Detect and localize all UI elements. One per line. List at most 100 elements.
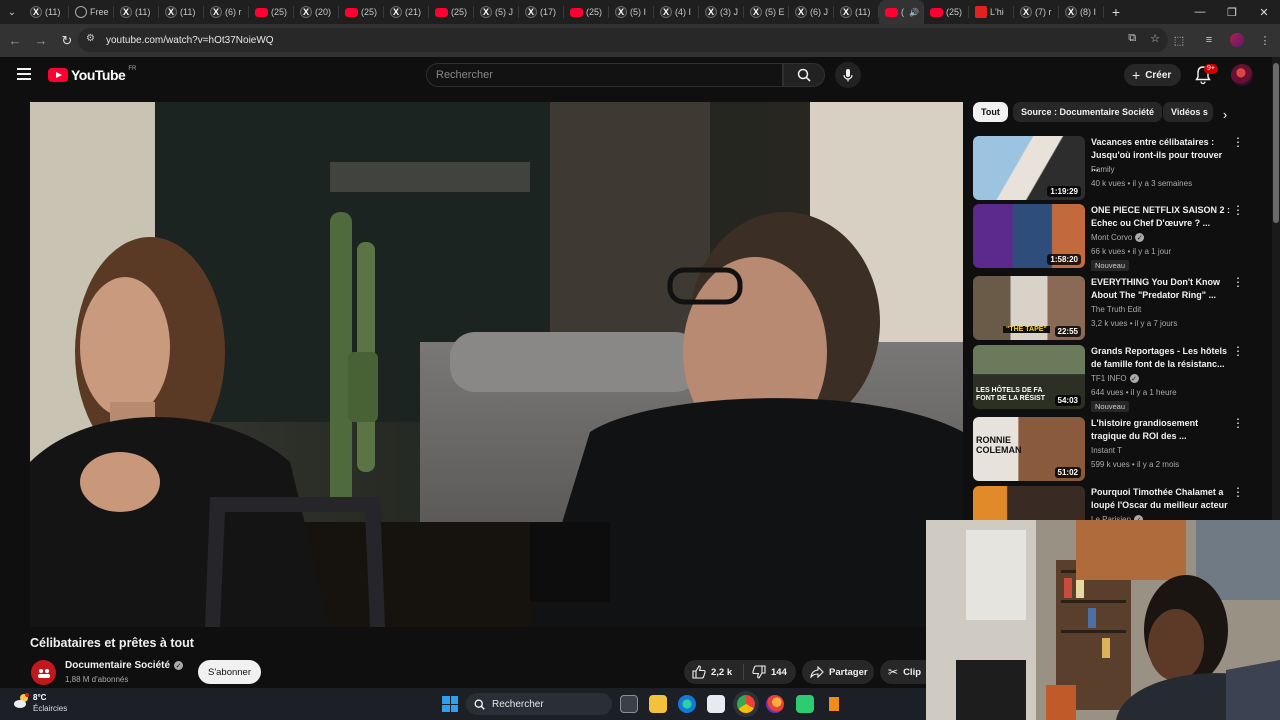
vlc-icon[interactable]	[825, 695, 843, 713]
recommended-title[interactable]: Pourquoi Timothée Chalamet a loupé l'Osc…	[1091, 486, 1231, 512]
browser-tab[interactable]: X (20)	[294, 0, 339, 24]
video-player[interactable]	[30, 102, 963, 627]
browser-tab[interactable]: X (6) J	[789, 0, 834, 24]
voice-search-button[interactable]	[835, 62, 861, 88]
browser-tab[interactable]: X (17)	[519, 0, 564, 24]
weather-partly-cloudy-icon[interactable]	[13, 693, 31, 709]
taskbar-search[interactable]: Rechercher	[466, 693, 612, 715]
recommended-title[interactable]: L'histoire grandiosement tragique du ROI…	[1091, 417, 1231, 443]
browser-tab[interactable]: X (5) I	[609, 0, 654, 24]
video-thumbnail[interactable]: 1:19:29	[973, 136, 1085, 200]
video-thumbnail[interactable]: LES HÔTELS DE FA FONT DE LA RÉSIST 54:03	[973, 345, 1085, 409]
channel-avatar[interactable]	[31, 660, 56, 685]
share-button[interactable]: Partager	[802, 660, 874, 684]
recommended-channel[interactable]: TF1 INFO ✓	[1091, 374, 1139, 383]
app-green-icon[interactable]	[796, 695, 814, 713]
minimize-icon[interactable]: —	[1184, 0, 1216, 24]
windows-start-icon[interactable]	[442, 696, 458, 712]
subscribe-button[interactable]: S'abonner	[198, 660, 261, 684]
browser-tab[interactable]: (25)	[564, 0, 609, 24]
recommended-title[interactable]: EVERYTHING You Don't Know About The "Pre…	[1091, 276, 1231, 302]
firefox-icon[interactable]	[766, 695, 784, 713]
create-button[interactable]: + Créer	[1124, 64, 1182, 86]
browser-tab[interactable]: X (5) E	[744, 0, 789, 24]
recommended-channel[interactable]: Mont Corvo ✓	[1091, 233, 1145, 242]
account-avatar[interactable]	[1231, 64, 1253, 86]
site-info-icon[interactable]: ⚙	[86, 33, 100, 47]
browser-profile-avatar[interactable]	[1230, 33, 1244, 47]
browser-tab[interactable]: (25)	[339, 0, 384, 24]
video-thumbnail[interactable]: 1:58:20	[973, 204, 1085, 268]
menu-icon[interactable]	[17, 68, 31, 80]
more-actions-icon[interactable]: ⋮	[1232, 204, 1244, 216]
clip-button[interactable]: ✂ Clip	[880, 660, 930, 684]
page-scrollbar[interactable]	[1272, 57, 1280, 520]
chip-all[interactable]: Tout	[973, 102, 1008, 122]
new-tab-button[interactable]: +	[1104, 4, 1128, 20]
recommended-channel[interactable]: Family	[1091, 165, 1115, 174]
channel-name[interactable]: Documentaire Société ✓	[65, 660, 184, 671]
browser-tab[interactable]: X (11)	[159, 0, 204, 24]
browser-tab[interactable]: (🔊✕	[879, 0, 924, 24]
recommended-channel[interactable]: The Truth Edit	[1091, 305, 1141, 314]
browser-tab[interactable]: X (11)	[834, 0, 879, 24]
recommended-title[interactable]: Grands Reportages - Les hôtels de famill…	[1091, 345, 1231, 371]
file-explorer-icon[interactable]	[649, 695, 667, 713]
dislike-button[interactable]: 144	[744, 665, 787, 679]
recommended-video[interactable]: 1:58:20 ONE PIECE NETFLIX SAISON 2 : Eche…	[973, 204, 1253, 271]
close-window-icon[interactable]: ✕	[1248, 0, 1280, 24]
browser-tab[interactable]: X (6) r	[204, 0, 249, 24]
browser-tab[interactable]: X (21)	[384, 0, 429, 24]
video-thumbnail[interactable]: "THE TAPE" 22:55	[973, 276, 1085, 340]
more-actions-icon[interactable]: ⋮	[1232, 417, 1244, 429]
address-bar[interactable]: ⚙ youtube.com/watch?v=hOt37NoieWQ ⧉ ☆	[78, 28, 1168, 52]
like-button[interactable]: 2,2 k	[684, 664, 744, 680]
youtube-logo[interactable]: YouTube FR	[48, 66, 136, 83]
more-actions-icon[interactable]: ⋮	[1232, 136, 1244, 148]
browser-tab[interactable]: X (7) r	[1014, 0, 1059, 24]
tab-audio-icon[interactable]: 🔊	[909, 8, 919, 17]
chrome-icon[interactable]	[737, 695, 755, 713]
tab-search-button[interactable]: ⌄	[0, 0, 24, 24]
search-button[interactable]	[783, 63, 825, 87]
more-actions-icon[interactable]: ⋮	[1232, 276, 1244, 288]
search-input[interactable]: Rechercher	[426, 63, 783, 87]
browser-tab[interactable]: L'hi	[969, 0, 1014, 24]
video-thumbnail[interactable]: RONNIE COLEMAN 51:02	[973, 417, 1085, 481]
chips-next-chevron-icon[interactable]: ›	[1215, 104, 1235, 124]
browser-tab[interactable]: X (11)	[114, 0, 159, 24]
like-count: 2,2 k	[711, 666, 733, 678]
browser-tab[interactable]: X (11)	[24, 0, 69, 24]
recommended-video[interactable]: RONNIE COLEMAN 51:02 L'histoire grandiosem…	[973, 417, 1253, 483]
chip-source-channel[interactable]: Source : Documentaire Société	[1013, 102, 1163, 122]
chip-videos[interactable]: Vidéos s	[1163, 102, 1213, 122]
scrollbar-thumb[interactable]	[1273, 63, 1279, 223]
recommended-video[interactable]: "THE TAPE" 22:55 EVERYTHING You Don't Know…	[973, 276, 1253, 342]
browser-tab[interactable]: (25)	[249, 0, 294, 24]
bookmark-star-icon[interactable]: ☆	[1150, 32, 1160, 45]
install-icon[interactable]: ⧉	[1128, 32, 1136, 45]
recommended-title[interactable]: ONE PIECE NETFLIX SAISON 2 : Echec ou Ch…	[1091, 204, 1231, 230]
media-control-icon[interactable]: ≡	[1200, 28, 1218, 52]
store-icon[interactable]	[707, 695, 725, 713]
browser-tab[interactable]: X (8) I	[1059, 0, 1104, 24]
browser-tab[interactable]: (25)	[924, 0, 969, 24]
recommended-video[interactable]: LES HÔTELS DE FA FONT DE LA RÉSIST 54:03 G…	[973, 345, 1253, 412]
restore-icon[interactable]: ❐	[1216, 0, 1248, 24]
recommended-video[interactable]: 1:19:29 Vacances entre célibataires : Jus…	[973, 136, 1253, 202]
edge-browser-icon[interactable]	[678, 695, 696, 713]
browser-tab[interactable]: X (5) J	[474, 0, 519, 24]
reload-button[interactable]: ↻	[54, 28, 80, 54]
task-view-icon[interactable]	[620, 695, 638, 713]
more-actions-icon[interactable]: ⋮	[1232, 486, 1244, 498]
browser-menu-icon[interactable]: ⋮	[1256, 28, 1274, 52]
browser-tab[interactable]: Free	[69, 0, 114, 24]
more-actions-icon[interactable]: ⋮	[1232, 345, 1244, 357]
forward-button[interactable]: →	[28, 28, 54, 54]
browser-tab[interactable]: (25)	[429, 0, 474, 24]
recommended-channel[interactable]: Instant T	[1091, 446, 1122, 455]
browser-tab[interactable]: X (3) J	[699, 0, 744, 24]
browser-tab[interactable]: X (4) I	[654, 0, 699, 24]
back-button[interactable]: ←	[2, 28, 28, 54]
extensions-icon[interactable]: ⬚	[1170, 28, 1188, 52]
